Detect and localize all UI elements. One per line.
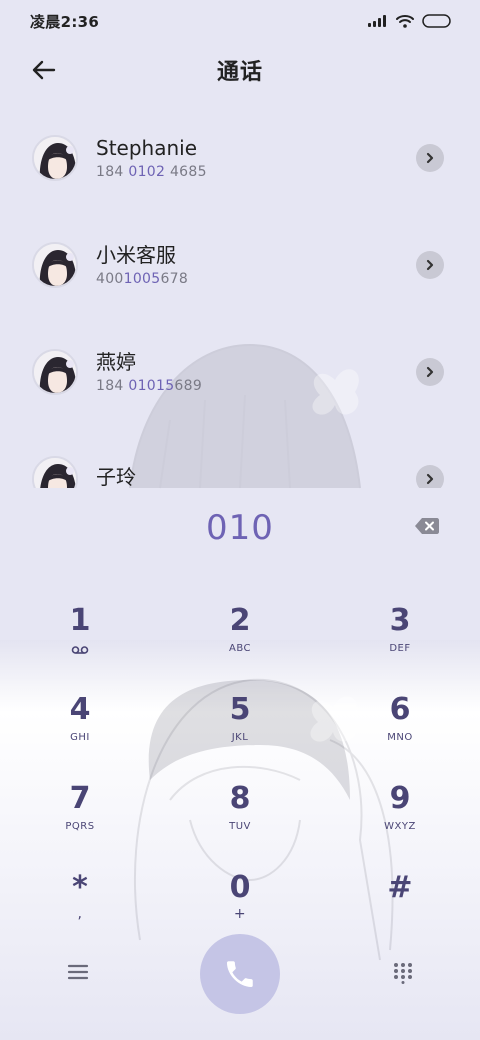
voicemail-icon <box>71 646 89 654</box>
contact-row[interactable]: 燕婷 184 01015689 <box>0 318 480 425</box>
key-letters: TUV <box>229 821 251 832</box>
call-button[interactable] <box>200 934 280 1014</box>
key-2[interactable]: 2 ABC <box>160 600 320 689</box>
contact-detail-button[interactable] <box>416 357 444 386</box>
number-prefix: 184 <box>96 378 129 394</box>
contact-number: 4001005678 <box>96 271 416 287</box>
number-prefix: 400 <box>96 271 124 287</box>
key-8[interactable]: 8 TUV <box>160 778 320 867</box>
avatar <box>32 455 78 488</box>
contact-number: 184 01015689 <box>96 378 416 394</box>
number-match: 1005 <box>123 271 161 287</box>
contact-number: 184 0102 4685 <box>96 164 416 180</box>
key-letters: PQRS <box>65 821 95 832</box>
chevron-right-icon <box>426 366 434 377</box>
phone-icon <box>226 961 253 988</box>
contact-suggestions-list[interactable]: Stephanie 184 0102 4685 小米客服 4001005678 <box>0 104 480 488</box>
key-letters: , <box>77 906 83 922</box>
key-letters: JKL <box>231 732 249 743</box>
key-6[interactable]: 6 MNO <box>320 689 480 778</box>
status-time: 凌晨2:36 <box>30 12 100 31</box>
key-digit: 3 <box>389 603 411 638</box>
key-letters: ABC <box>228 643 251 654</box>
backspace-icon[interactable] <box>414 516 440 536</box>
key-digit: 0 <box>229 870 251 905</box>
number-match: 0102 <box>128 164 166 180</box>
status-bar: 凌晨2:36 <box>0 0 480 42</box>
key-letters: DEF <box>389 643 411 654</box>
contact-name: Stephanie <box>96 136 198 160</box>
number-prefix: 184 <box>96 164 129 180</box>
key-digit: 7 <box>69 781 91 816</box>
contact-row[interactable]: Stephanie 184 0102 4685 <box>0 104 480 211</box>
key-9[interactable]: 9 WXYZ <box>320 778 480 867</box>
avatar <box>32 241 78 288</box>
key-3[interactable]: 3 DEF <box>320 600 480 689</box>
dialed-number-display: 010 <box>0 500 480 556</box>
menu-icon[interactable] <box>66 962 90 982</box>
key-digit: 2 <box>229 603 251 638</box>
key-digit: 5 <box>229 692 251 727</box>
chevron-right-icon <box>426 473 434 484</box>
bottom-action-bar <box>0 934 480 1014</box>
key-letters: MNO <box>387 732 413 743</box>
key-digit: # <box>387 870 413 905</box>
number-suffix: 678 <box>160 271 189 287</box>
key-digit: 4 <box>69 692 91 727</box>
contact-name: 子玲 <box>96 465 136 488</box>
contact-info: 燕婷 184 01015689 <box>96 349 416 394</box>
key-letters: GHI <box>70 732 90 743</box>
key-letters: + <box>233 906 247 922</box>
key-5[interactable]: 5 JKL <box>160 689 320 778</box>
key-digit: 1 <box>69 603 91 638</box>
key-letters: WXYZ <box>384 821 416 832</box>
dialed-number: 010 <box>206 508 274 548</box>
contact-info: Stephanie 184 0102 4685 <box>96 135 416 180</box>
key-4[interactable]: 4 GHI <box>0 689 160 778</box>
wifi-icon <box>396 15 414 28</box>
contact-row[interactable]: 小米客服 4001005678 <box>0 211 480 318</box>
avatar <box>32 134 78 181</box>
contact-name: 燕婷 <box>96 350 136 374</box>
number-suffix: 689 <box>174 378 203 394</box>
contact-name: 小米客服 <box>96 243 176 267</box>
key-1[interactable]: 1 <box>0 600 160 689</box>
contact-detail-button[interactable] <box>416 250 444 279</box>
contact-info: 小米客服 4001005678 <box>96 242 416 287</box>
battery-icon <box>422 14 451 28</box>
key-digit: 6 <box>389 692 411 727</box>
status-icons <box>368 14 452 28</box>
key-digit: 8 <box>229 781 251 816</box>
page-title: 通话 <box>216 60 263 85</box>
key-digit: 9 <box>389 781 411 816</box>
dial-keypad: 1 2 ABC 3 DEF 4 GHI 5 JKL 6 MNO 7 PQRS 8… <box>0 600 480 956</box>
key-7[interactable]: 7 PQRS <box>0 778 160 867</box>
chevron-right-icon <box>426 152 434 163</box>
header: 通话 <box>0 46 480 94</box>
number-match: 01015 <box>128 378 175 394</box>
dialpad-icon[interactable] <box>392 962 414 984</box>
contact-detail-button[interactable] <box>416 464 444 488</box>
contact-info: 子玲 <box>96 464 416 488</box>
number-suffix: 4685 <box>165 164 207 180</box>
contact-row[interactable]: 子玲 <box>0 425 480 488</box>
signal-icon <box>368 15 386 27</box>
contact-detail-button[interactable] <box>416 143 444 172</box>
avatar <box>32 348 78 395</box>
chevron-right-icon <box>426 259 434 270</box>
key-digit: * <box>72 870 88 905</box>
back-arrow-icon[interactable] <box>30 56 58 84</box>
